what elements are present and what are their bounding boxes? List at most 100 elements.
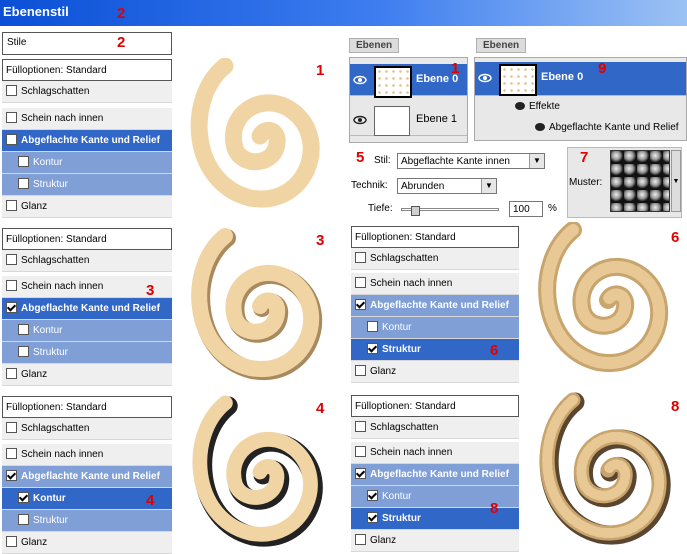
style-item-drop-shadow[interactable]: Schlagschatten: [2, 250, 172, 272]
depth-slider-handle[interactable]: [411, 206, 420, 216]
style-item-texture[interactable]: Struktur: [2, 174, 172, 196]
blending-options-label: Fülloptionen: Standard: [6, 65, 107, 76]
effects-row[interactable]: Effekte: [515, 101, 560, 112]
checkbox[interactable]: [355, 420, 366, 432]
eye-icon[interactable]: [535, 123, 545, 132]
checkbox[interactable]: [355, 251, 366, 263]
style-select[interactable]: Abgeflachte Kante innen ▼: [397, 153, 545, 169]
chevron-down-icon[interactable]: ▼: [529, 154, 544, 168]
blending-options-row[interactable]: Fülloptionen: Standard: [2, 228, 172, 250]
effect-item-row[interactable]: Abgeflachte Kante und Relief: [535, 122, 679, 133]
style-item-satin[interactable]: Glanz: [351, 361, 519, 383]
style-item-drop-shadow[interactable]: Schlagschatten: [351, 248, 519, 270]
style-item-contour[interactable]: Kontur: [351, 317, 519, 339]
style-item-contour[interactable]: Kontur: [2, 152, 172, 174]
checkbox-checked[interactable]: [367, 511, 378, 523]
checkbox[interactable]: [355, 445, 366, 457]
checkbox[interactable]: [6, 535, 17, 547]
style-item-label: Schlagschatten: [21, 423, 90, 434]
tab-layers[interactable]: Ebenen: [349, 38, 400, 53]
checkbox-checked[interactable]: [355, 467, 366, 479]
checkbox[interactable]: [18, 177, 29, 189]
style-item-label: Struktur: [33, 347, 69, 358]
layer-name: Ebene 0: [541, 71, 584, 83]
checkbox-checked[interactable]: [18, 491, 29, 503]
checkbox[interactable]: [6, 199, 17, 211]
checkbox-checked[interactable]: [6, 301, 17, 313]
style-item-texture[interactable]: Struktur: [2, 510, 172, 532]
depth-value: 100: [513, 204, 530, 215]
checkbox[interactable]: [6, 447, 17, 459]
blending-options-row[interactable]: Fülloptionen: Standard: [2, 59, 172, 81]
style-item-bevel-emboss[interactable]: Abgeflachte Kante und Relief: [2, 466, 172, 488]
style-item-satin[interactable]: Glanz: [351, 530, 519, 552]
checkbox[interactable]: [355, 364, 366, 376]
checkbox[interactable]: [367, 320, 378, 332]
layer-thumbnail: [374, 106, 410, 136]
checkbox-checked[interactable]: [355, 298, 366, 310]
layer-row-ebene-0[interactable]: Ebene 0: [350, 64, 467, 98]
blending-options-row[interactable]: Fülloptionen: Standard: [2, 396, 172, 418]
checkbox[interactable]: [6, 253, 17, 265]
checkbox[interactable]: [6, 111, 17, 123]
chevron-down-icon[interactable]: ▼: [481, 179, 496, 193]
tab-layers-right[interactable]: Ebenen: [476, 38, 527, 53]
style-select-value: Abgeflachte Kante innen: [401, 156, 510, 167]
checkbox[interactable]: [6, 133, 17, 145]
checkbox[interactable]: [6, 367, 17, 379]
style-label: Stil:: [374, 155, 391, 166]
layer-row-ebene-1[interactable]: Ebene 1: [350, 104, 467, 136]
checkbox[interactable]: [355, 276, 366, 288]
eye-icon[interactable]: [353, 74, 367, 86]
blending-options-row[interactable]: Fülloptionen: Standard: [351, 226, 519, 248]
style-item-contour[interactable]: Kontur: [2, 320, 172, 342]
style-item-drop-shadow[interactable]: Schlagschatten: [2, 418, 172, 440]
checkbox[interactable]: [18, 155, 29, 167]
window-title: Ebenenstil: [3, 4, 69, 19]
style-item-inner-glow[interactable]: Schein nach innen: [351, 442, 519, 464]
checkbox[interactable]: [18, 513, 29, 525]
style-item-bevel-emboss[interactable]: Abgeflachte Kante und Relief: [351, 464, 519, 486]
marker-8-panel: 8: [490, 500, 499, 517]
marker-5: 5: [356, 149, 365, 166]
checkbox[interactable]: [6, 84, 17, 96]
blending-options-row[interactable]: Fülloptionen: Standard: [351, 395, 519, 417]
style-item-texture[interactable]: Struktur: [2, 342, 172, 364]
pattern-dropdown-arrow-icon[interactable]: ▼: [671, 150, 681, 212]
styles-list-header[interactable]: Stile: [2, 32, 172, 55]
pattern-label: Muster:: [569, 177, 603, 188]
style-item-satin[interactable]: Glanz: [2, 532, 172, 554]
style-item-satin[interactable]: Glanz: [2, 196, 172, 218]
style-item-bevel-emboss[interactable]: Abgeflachte Kante und Relief: [2, 298, 172, 320]
eye-icon[interactable]: [478, 72, 492, 84]
style-item-drop-shadow[interactable]: Schlagschatten: [2, 81, 172, 103]
checkbox-checked[interactable]: [367, 489, 378, 501]
depth-slider-track[interactable]: [401, 206, 499, 216]
style-item-label: Abgeflachte Kante und Relief: [370, 469, 509, 480]
checkbox[interactable]: [18, 345, 29, 357]
eye-icon[interactable]: [353, 114, 367, 126]
checkbox-checked[interactable]: [367, 342, 378, 354]
checkbox-checked[interactable]: [6, 469, 17, 481]
spiral-image-4: [192, 395, 323, 547]
pattern-swatch[interactable]: [610, 150, 670, 212]
checkbox[interactable]: [6, 421, 17, 433]
style-item-label: Kontur: [382, 491, 412, 502]
style-item-bevel-emboss[interactable]: Abgeflachte Kante und Relief: [2, 130, 172, 152]
style-item-label: Abgeflachte Kante und Relief: [21, 303, 160, 314]
style-item-inner-glow[interactable]: Schein nach innen: [351, 273, 519, 295]
style-item-satin[interactable]: Glanz: [2, 364, 172, 386]
checkbox[interactable]: [6, 279, 17, 291]
layer-row-ebene-0[interactable]: Ebene 0: [475, 62, 686, 96]
style-item-inner-glow[interactable]: Schein nach innen: [2, 444, 172, 466]
style-item-label: Glanz: [370, 366, 397, 377]
style-item-inner-glow[interactable]: Schein nach innen: [2, 108, 172, 130]
spiral-image-1: [190, 58, 320, 208]
checkbox[interactable]: [18, 323, 29, 335]
technique-select[interactable]: Abrunden ▼: [397, 178, 497, 194]
style-item-drop-shadow[interactable]: Schlagschatten: [351, 417, 519, 439]
checkbox[interactable]: [355, 533, 366, 545]
eye-icon[interactable]: [515, 102, 525, 111]
style-item-bevel-emboss[interactable]: Abgeflachte Kante und Relief: [351, 295, 519, 317]
depth-input[interactable]: 100: [509, 201, 543, 217]
